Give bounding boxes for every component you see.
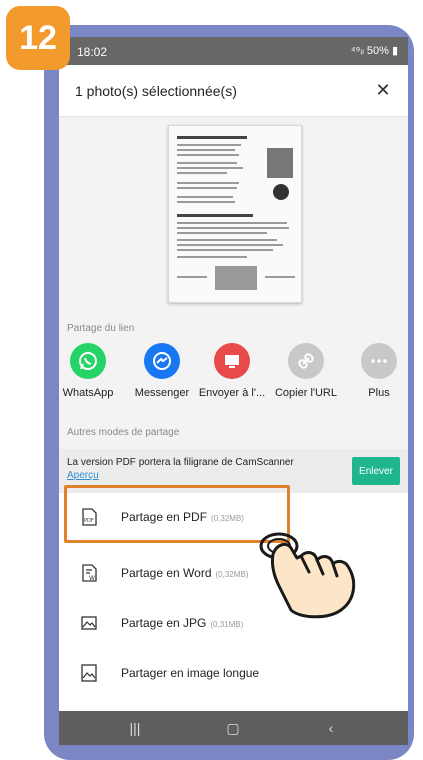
back-button[interactable]: ‹ (301, 711, 361, 745)
word-icon: W (82, 564, 97, 582)
status-time: 18:02 (77, 45, 108, 59)
link-icon (288, 343, 324, 379)
share-messenger-label: Messenger (134, 387, 190, 399)
share-copy-url[interactable]: Copier l'URL (271, 343, 341, 399)
share-header: 1 photo(s) sélectionnée(s) ✕ (59, 65, 408, 117)
remove-watermark-button[interactable]: Enlever (352, 457, 400, 485)
recent-apps-icon: ||| (129, 720, 141, 736)
messenger-icon (144, 343, 180, 379)
share-app-row: WhatsApp Messenger Envoyer à l'... Copie… (59, 343, 408, 413)
home-button[interactable]: ▢ (203, 711, 263, 745)
android-nav-bar: ||| ▢ ‹ (59, 711, 408, 745)
svg-text:W: W (89, 575, 95, 582)
status-indicators: ⁴⁹ᵢₗ 50% ▮ (350, 44, 398, 58)
other-share-section: Autres modes de partage (59, 413, 408, 449)
share-word-size: (0,32MB) (215, 570, 249, 579)
preview-link[interactable]: Aperçu (67, 470, 99, 481)
share-long-image-label: Partager en image longue (121, 666, 260, 680)
share-jpg-size: (0,31MB) (210, 620, 244, 629)
share-link-label: Partage du lien (67, 323, 135, 334)
share-word-label: Partage en Word (0,32MB) (121, 566, 249, 580)
share-more[interactable]: Plus (344, 343, 408, 399)
long-image-icon (81, 664, 97, 682)
other-share-label: Autres modes de partage (67, 427, 180, 438)
pointing-hand-icon (259, 532, 356, 619)
status-bar: 18:02 ⁴⁹ᵢₗ 50% ▮ (59, 37, 408, 65)
stage: 12 18:02 ⁴⁹ᵢₗ 50% ▮ 1 photo(s) sélection… (0, 0, 423, 760)
watermark-notice-text: La version PDF portera la filigrane de C… (67, 457, 294, 468)
whatsapp-icon (70, 343, 106, 379)
share-whatsapp[interactable]: WhatsApp (59, 343, 123, 399)
close-button[interactable]: ✕ (370, 77, 396, 103)
share-whatsapp-label: WhatsApp (62, 387, 114, 399)
share-jpg-label: Partage en JPG (0,31MB) (121, 616, 244, 630)
close-icon: ✕ (375, 80, 391, 100)
more-icon (361, 343, 397, 379)
document-preview-area (59, 117, 408, 307)
home-icon: ▢ (226, 719, 240, 736)
share-more-label: Plus (368, 387, 390, 399)
share-send-to-label: Envoyer à l'... (198, 387, 266, 399)
step-badge: 12 (6, 6, 70, 70)
share-copy-url-label: Copier l'URL (274, 387, 337, 399)
battery-icon: ▮ (391, 45, 398, 57)
share-long-image-item[interactable]: Partager en image longue (59, 649, 408, 699)
page-title: 1 photo(s) sélectionnée(s) (75, 83, 237, 99)
share-link-section: Partage du lien (59, 307, 408, 343)
recent-apps-button[interactable]: ||| (105, 711, 165, 745)
image-icon (81, 616, 97, 630)
back-icon: ‹ (328, 720, 334, 736)
send-to-pc-icon (214, 343, 250, 379)
share-send-to[interactable]: Envoyer à l'... (197, 343, 267, 399)
share-messenger[interactable]: Messenger (127, 343, 197, 399)
signal-icon: ⁴⁹ᵢₗ (350, 45, 364, 57)
battery-level: 50% (366, 44, 389, 57)
phone-screen: 18:02 ⁴⁹ᵢₗ 50% ▮ 1 photo(s) sélectionnée… (59, 37, 408, 745)
document-thumbnail[interactable] (168, 125, 302, 303)
